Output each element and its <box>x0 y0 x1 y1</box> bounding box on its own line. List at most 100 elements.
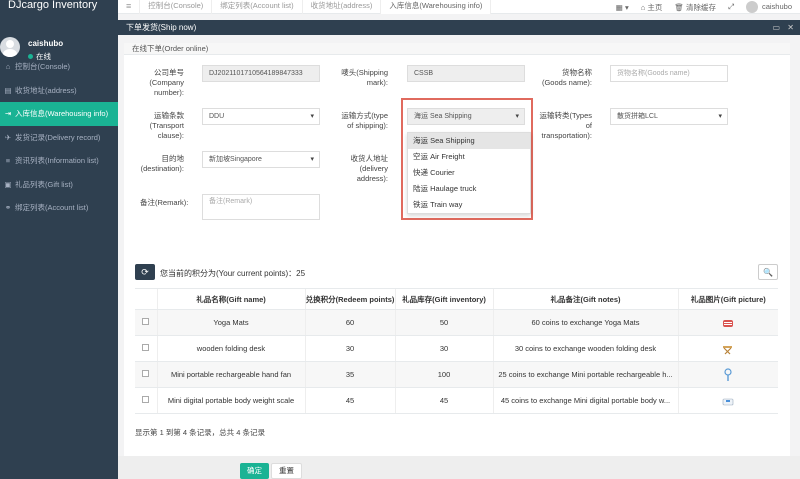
sidebar-item-label: 礼品列表(Gift list) <box>15 179 73 189</box>
gift-table: 礼品名称(Gift name) 兑换积分(Redeem points) 礼品库存… <box>135 288 778 414</box>
sidebar-item-label: 入库信息(Warehousing info) <box>15 109 109 118</box>
footer-bar <box>118 456 800 479</box>
desk-icon <box>723 345 733 354</box>
truck-icon: ▤ <box>4 85 12 95</box>
remark-label: 备注(Remark): <box>140 198 189 207</box>
gift-inventory: 100 <box>394 361 493 388</box>
current-points: 您当前的积分为(Your current points)：25 <box>160 269 306 278</box>
tab-warehousing[interactable]: 入库信息(Warehousing info) <box>381 0 492 14</box>
pagination-info: 显示第 1 到第 4 条记录，总共 4 条记录 <box>135 428 266 437</box>
home-button[interactable]: ⌂ 主页 <box>641 2 663 13</box>
row-checkbox[interactable] <box>142 370 150 377</box>
tab-address[interactable]: 收货地址(address) <box>303 0 382 14</box>
sidebar-item-information[interactable]: ≡ 资讯列表(Information list) <box>0 149 118 173</box>
option-haulage-truck[interactable]: 陆运 Haulage truck <box>408 181 530 197</box>
user-name: caishubo <box>28 39 64 48</box>
shipping-mark-field[interactable]: CSSB <box>407 65 525 82</box>
redeem-points: 35 <box>304 361 395 388</box>
company-number-field[interactable]: DJ2021101710564189847333 <box>202 65 320 82</box>
sidebar-item-delivery[interactable]: ✈ 发货记录(Delivery record) <box>0 126 118 150</box>
link-icon: ⚭ <box>4 203 12 212</box>
user-panel: caishubo 在线 <box>0 14 118 61</box>
transport-clause-label: 运输条款 (Transport clause): <box>149 111 184 140</box>
table-row[interactable]: Mini digital portable body weight scale … <box>135 387 778 414</box>
option-air-freight[interactable]: 空运 Air Freight <box>408 149 530 165</box>
column-header: 兑换积分(Redeem points) <box>304 288 395 310</box>
gift-icon: ▣ <box>4 179 12 189</box>
confirm-button[interactable]: 确定 <box>240 463 269 479</box>
sidebar-item-address[interactable]: ▤ 收货地址(address) <box>0 79 118 103</box>
tab-strip: ≡ 控制台(Console) 绑定列表(Account list) 收货地址(a… <box>118 0 492 14</box>
option-sea-shipping[interactable]: 海运 Sea Shipping <box>408 133 530 149</box>
gift-name: Mini digital portable body weight scale <box>156 387 305 414</box>
sidebar-item-label: 发货记录(Delivery record) <box>15 132 101 142</box>
section-title: 在线下单(Order online) <box>124 43 790 55</box>
shipping-type-label: 运输方式(type of shipping): <box>341 111 388 130</box>
refresh-button[interactable]: ⟳ <box>135 264 155 280</box>
fullscreen-icon[interactable]: ⤢ <box>728 2 734 12</box>
grid-menu-button[interactable]: ▦ ▾ <box>616 3 629 12</box>
select-column-header <box>135 288 157 310</box>
send-icon: ✈ <box>4 132 12 142</box>
row-checkbox[interactable] <box>142 318 150 325</box>
redeem-points: 30 <box>304 335 395 362</box>
row-checkbox[interactable] <box>142 344 150 351</box>
gift-inventory: 50 <box>394 309 493 336</box>
top-right-toolbar: ▦ ▾ ⌂ 主页 🗑 清除缓存 ⤢ caishubo <box>604 0 800 14</box>
sidebar: DJcargo Inventory caishubo 在线 ⌂ 控制台(Conso… <box>0 0 118 479</box>
tab-console[interactable]: 控制台(Console) <box>140 0 213 14</box>
yoga-mat-icon <box>723 319 734 327</box>
reset-button[interactable]: 重置 <box>271 463 302 479</box>
clear-cache-button[interactable]: 🗑 清除缓存 <box>674 2 716 13</box>
gift-name: Mini portable rechargeable hand fan <box>156 361 305 388</box>
user-menu[interactable]: caishubo <box>745 1 792 13</box>
avatar[interactable] <box>0 37 20 57</box>
table-row[interactable]: Mini portable rechargeable hand fan 35 1… <box>135 361 778 388</box>
sidebar-item-label: 控制台(Console) <box>15 62 71 71</box>
close-icon[interactable]: ✕ <box>787 20 794 35</box>
transportation-type-label: 运输转类(Types of transportation): <box>539 111 592 140</box>
transport-clause-select[interactable]: DDU <box>202 108 320 125</box>
goods-name-field[interactable]: 货物名称(Goods name) <box>610 65 728 82</box>
main-content: 在线下单(Order online) 公司单号 (Company number)… <box>124 43 790 456</box>
maximize-icon[interactable]: ▭ <box>772 20 780 35</box>
transportation-type-select[interactable]: 散货拼箱LCL <box>610 108 728 125</box>
remark-textarea[interactable]: 备注(Remark) <box>202 194 320 220</box>
gift-name: Yoga Mats <box>156 309 305 336</box>
sidebar-item-gift[interactable]: ▣ 礼品列表(Gift list) <box>0 173 118 197</box>
sidebar-item-label: 收货地址(address) <box>15 85 77 95</box>
option-courier[interactable]: 快递 Courier <box>408 165 530 181</box>
column-header: 礼品图片(Gift picture) <box>677 288 778 310</box>
brand-title: DJcargo Inventory <box>0 0 118 14</box>
redeem-points: 45 <box>304 387 395 414</box>
table-row[interactable]: Yoga Mats 60 50 60 coins to exchange Yog… <box>135 309 778 336</box>
destination-select[interactable]: 新加坡Singapore <box>202 151 320 168</box>
destination-label: 目的地 (destination): <box>140 154 184 173</box>
column-header: 礼品库存(Gift inventory) <box>394 288 493 310</box>
gift-inventory: 30 <box>394 335 493 362</box>
login-icon: ⇥ <box>4 109 12 118</box>
redeem-points: 60 <box>304 309 395 336</box>
option-train-way[interactable]: 铁运 Train way <box>408 197 530 213</box>
fan-icon <box>724 367 732 381</box>
column-header: 礼品名称(Gift name) <box>156 288 305 310</box>
search-button[interactable]: 🔍 <box>758 264 778 280</box>
avatar <box>745 1 758 13</box>
gift-inventory: 45 <box>394 387 493 414</box>
gift-notes: 30 coins to exchange wooden folding desk <box>492 335 678 362</box>
panel-title: 下单发货(Ship now) <box>126 23 197 32</box>
gift-name: wooden folding desk <box>156 335 305 362</box>
tab-account-list[interactable]: 绑定列表(Account list) <box>212 0 303 14</box>
sidebar-item-label: 资讯列表(Information list) <box>15 156 99 165</box>
table-header-row: 礼品名称(Gift name) 兑换积分(Redeem points) 礼品库存… <box>135 288 778 310</box>
scale-icon <box>722 398 734 405</box>
home-icon: ⌂ <box>5 62 11 71</box>
sidebar-item-account[interactable]: ⚭ 绑定列表(Account list) <box>0 196 118 220</box>
sidebar-item-warehousing[interactable]: ⇥ 入库信息(Warehousing info) <box>0 102 118 126</box>
row-checkbox[interactable] <box>142 396 150 403</box>
panel-header: 下单发货(Ship now) ▭ ✕ <box>118 20 800 35</box>
menu-toggle-icon[interactable]: ≡ <box>118 0 141 14</box>
gift-notes: 60 coins to exchange Yoga Mats <box>492 309 678 336</box>
table-row[interactable]: wooden folding desk 30 30 30 coins to ex… <box>135 335 778 362</box>
sidebar-item-console[interactable]: ⌂ 控制台(Console) <box>0 55 118 79</box>
